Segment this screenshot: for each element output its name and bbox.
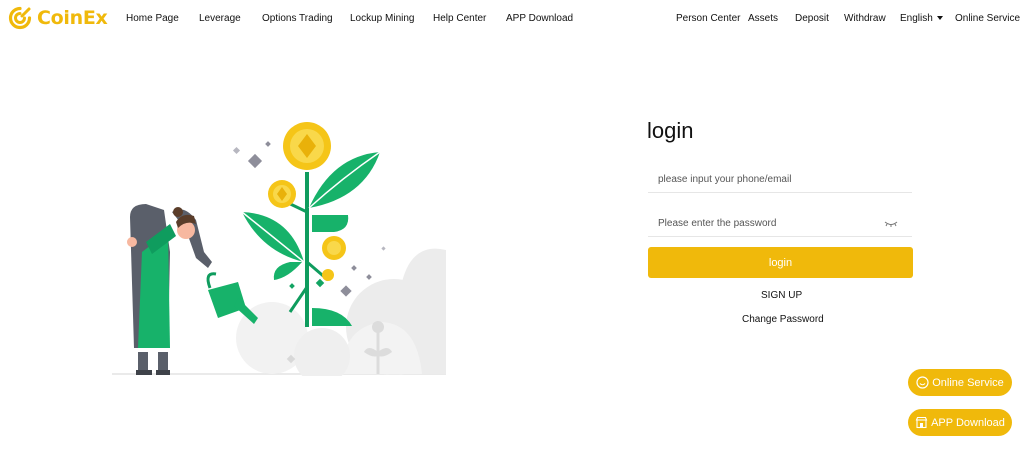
phone-email-input[interactable] bbox=[648, 167, 912, 193]
top-header: CoinEx Home Page Leverage Options Tradin… bbox=[0, 0, 1024, 38]
eye-closed-icon[interactable] bbox=[884, 220, 898, 228]
language-label: English bbox=[900, 13, 933, 24]
online-service-label: Online Service bbox=[932, 376, 1004, 389]
password-input[interactable] bbox=[648, 211, 912, 237]
login-button[interactable]: login bbox=[648, 247, 913, 278]
nav-app-download[interactable]: APP Download bbox=[506, 13, 573, 24]
nav-help-center[interactable]: Help Center bbox=[433, 13, 486, 24]
chevron-down-icon bbox=[936, 16, 943, 21]
nav-lockup-mining[interactable]: Lockup Mining bbox=[350, 13, 414, 24]
chat-smile-icon bbox=[916, 376, 929, 389]
app-download-button[interactable]: APP Download bbox=[908, 409, 1012, 436]
change-password-link[interactable]: Change Password bbox=[742, 314, 824, 325]
gardener-illustration bbox=[112, 122, 446, 376]
nav-home-page[interactable]: Home Page bbox=[126, 13, 179, 24]
brand-name: CoinEx bbox=[37, 7, 108, 29]
nav-leverage[interactable]: Leverage bbox=[199, 13, 241, 24]
language-selector[interactable]: English bbox=[900, 13, 943, 24]
online-service-button[interactable]: Online Service bbox=[908, 369, 1012, 396]
nav-withdraw[interactable]: Withdraw bbox=[844, 13, 886, 24]
store-icon bbox=[915, 416, 928, 429]
nav-person-center[interactable]: Person Center bbox=[676, 13, 740, 24]
app-download-label: APP Download bbox=[931, 416, 1005, 429]
signup-link[interactable]: SIGN UP bbox=[761, 290, 802, 301]
nav-assets[interactable]: Assets bbox=[748, 13, 778, 24]
nav-options-trading[interactable]: Options Trading bbox=[262, 13, 333, 24]
brand-logo[interactable]: CoinEx bbox=[8, 6, 108, 30]
nav-online-service[interactable]: Online Service bbox=[955, 13, 1020, 24]
login-title: login bbox=[647, 118, 694, 143]
coinex-logo-icon bbox=[8, 6, 32, 30]
nav-deposit[interactable]: Deposit bbox=[795, 13, 829, 24]
